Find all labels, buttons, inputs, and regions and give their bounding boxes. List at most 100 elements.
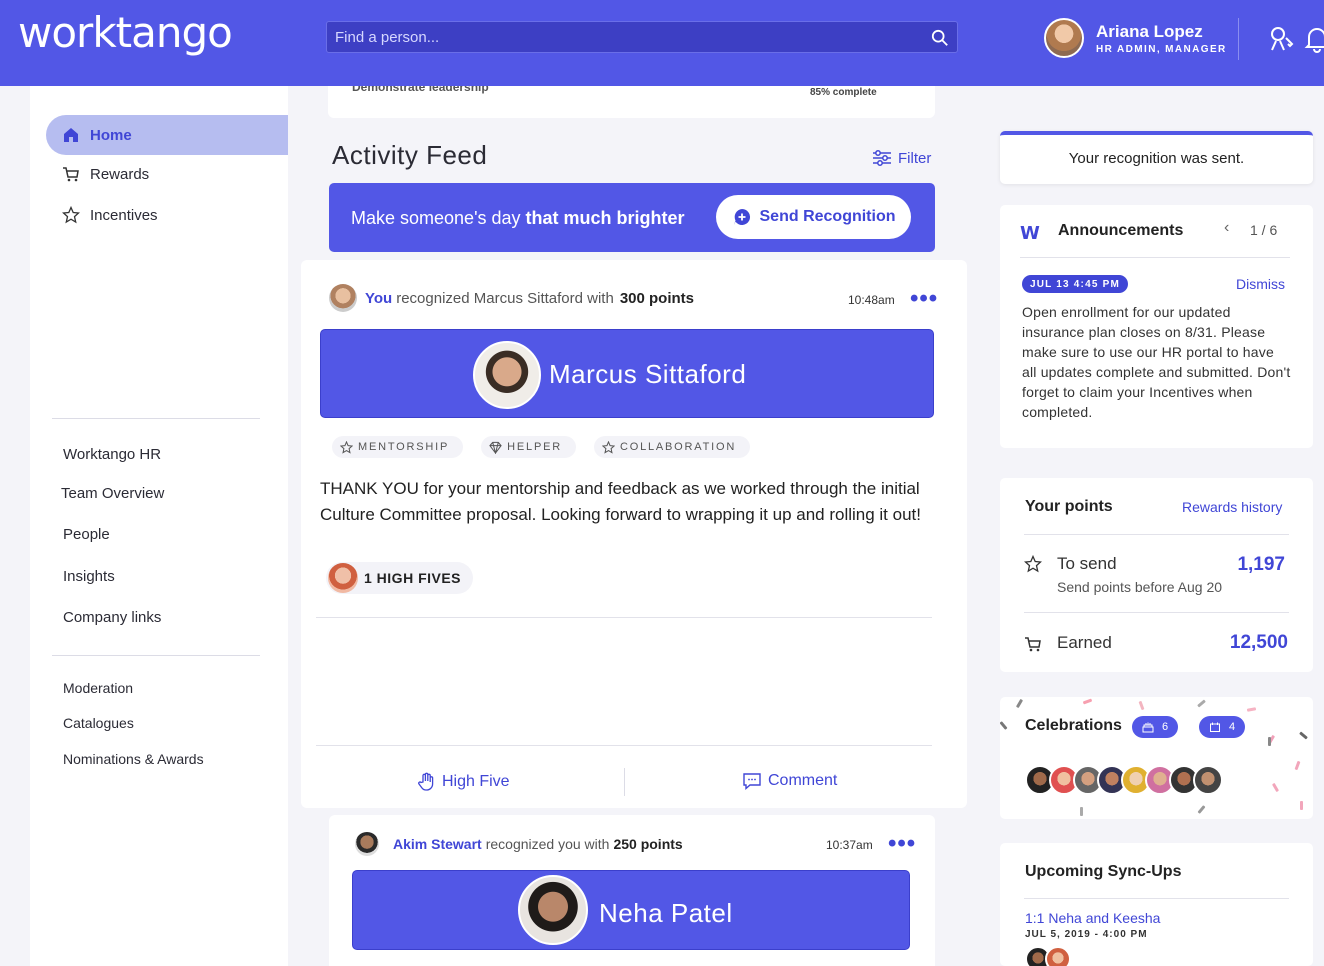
- sidebar-link-catalogues[interactable]: Catalogues: [63, 715, 134, 731]
- recipient-banner: Marcus Sittaford: [320, 329, 934, 418]
- worktango-logo[interactable]: worktango: [18, 8, 233, 57]
- anniversaries-chip[interactable]: 4: [1199, 716, 1246, 738]
- sidebar-item-label: Home: [90, 126, 132, 144]
- recipient-avatar: [518, 875, 588, 945]
- sidebar-link-company-links[interactable]: Company links: [63, 609, 161, 626]
- dismiss-button[interactable]: Dismiss: [1236, 276, 1285, 292]
- post-actor-link[interactable]: You: [365, 290, 392, 307]
- cart-icon: [1025, 637, 1041, 652]
- avatar: [328, 563, 358, 593]
- announcement-date-badge: JUL 13 4:45 PM: [1022, 275, 1128, 293]
- post-actor-link[interactable]: Akim Stewart: [393, 836, 482, 852]
- recipient-avatar: [473, 341, 541, 409]
- sliders-icon: [873, 150, 891, 166]
- earned-value: 12,500: [1229, 632, 1288, 653]
- syncup-link[interactable]: 1:1 Neha and Keesha: [1025, 910, 1160, 926]
- announcements-card: W Announcements ‹ 1 / 6 JUL 13 4:45 PM D…: [1000, 205, 1313, 448]
- sidebar-item-label: Incentives: [90, 206, 158, 224]
- search-input[interactable]: [327, 22, 957, 52]
- post-header: Akim Stewart recognized you with 250 poi…: [355, 832, 683, 856]
- sidebar-divider: [52, 655, 260, 656]
- goal-label: Demonstrate leadership: [352, 86, 489, 94]
- action-divider: [624, 768, 625, 796]
- person-search[interactable]: [326, 21, 958, 53]
- top-bar: worktango Ariana Lopez HR ADMIN, MANAGER: [0, 0, 1324, 86]
- post-header: You recognized Marcus Sittaford with 300…: [329, 284, 694, 312]
- chat-plus-icon: [733, 208, 750, 225]
- celebrations-title: Celebrations: [1025, 717, 1122, 734]
- celebrants-avatars[interactable]: [1025, 765, 1223, 795]
- hand-icon: [418, 772, 434, 791]
- sidebar: Home Rewards Incentives Worktango HR Tea…: [30, 86, 288, 966]
- rewards-history-link[interactable]: Rewards history: [1182, 499, 1282, 515]
- more-options-button[interactable]: •••: [888, 832, 916, 856]
- to-send-label: To send: [1057, 554, 1117, 573]
- recipient-banner: Neha Patel: [352, 870, 910, 950]
- sidebar-link-team-overview[interactable]: Team Overview: [61, 485, 164, 502]
- admin-key-icon[interactable]: [1266, 24, 1296, 54]
- card-divider: [1024, 612, 1289, 613]
- sidebar-item-rewards[interactable]: Rewards: [46, 154, 288, 194]
- avatar: [355, 832, 379, 856]
- to-send-deadline: Send points before Aug 20: [1057, 579, 1223, 595]
- sidebar-link-nominations-awards[interactable]: Nominations & Awards: [63, 751, 204, 767]
- recipient-name: Marcus Sittaford: [549, 359, 747, 389]
- worktango-w-icon: W: [1020, 223, 1040, 244]
- card-divider: [1024, 534, 1289, 535]
- sidebar-link-people[interactable]: People: [63, 526, 110, 543]
- earned-label: Earned: [1057, 633, 1112, 652]
- star-icon: [1024, 555, 1042, 573]
- post-points: 250 points: [613, 836, 683, 852]
- user-menu[interactable]: Ariana Lopez HR ADMIN, MANAGER: [1044, 18, 1227, 58]
- more-options-button[interactable]: •••: [910, 287, 938, 311]
- card-divider: [1024, 898, 1289, 899]
- search-icon[interactable]: [931, 29, 949, 47]
- chevron-left-icon[interactable]: ‹: [1224, 219, 1229, 237]
- points-title: Your points: [1025, 498, 1113, 515]
- birthdays-chip[interactable]: 6: [1132, 716, 1179, 738]
- sidebar-item-home[interactable]: Home: [46, 115, 288, 155]
- high-five-button[interactable]: High Five: [416, 772, 510, 792]
- recognition-message: THANK YOU for your mentorship and feedba…: [320, 479, 921, 524]
- toast-message: Your recognition was sent.: [1068, 150, 1245, 167]
- bell-icon[interactable]: [1302, 24, 1324, 54]
- post-time: 10:48am: [848, 293, 895, 307]
- activity-feed-title: Activity Feed: [332, 140, 488, 170]
- post-action-text: recognized you with: [485, 836, 610, 852]
- post-action-text: recognized Marcus Sittaford with: [396, 289, 614, 307]
- avatar: [1193, 765, 1223, 795]
- announcement-counter: 1 / 6: [1250, 222, 1278, 238]
- your-points-card: Your points Rewards history To send 1,19…: [1000, 478, 1313, 672]
- sidebar-link-insights[interactable]: Insights: [63, 568, 115, 585]
- cart-icon: [63, 167, 79, 182]
- sidebar-link-moderation[interactable]: Moderation: [63, 680, 133, 696]
- to-send-value: 1,197: [1237, 554, 1285, 575]
- announcement-body: Open enrollment for our updated insuranc…: [1022, 304, 1291, 420]
- cake-icon: [1142, 722, 1154, 733]
- banner-text: Make someone's day that much brighter: [351, 208, 685, 228]
- filter-button[interactable]: Filter: [872, 149, 931, 167]
- tag-collaboration: COLLABORATION: [593, 436, 751, 458]
- syncups-title: Upcoming Sync-Ups: [1025, 863, 1182, 880]
- diamond-icon: [489, 441, 502, 454]
- recipient-name: Neha Patel: [599, 898, 733, 928]
- filter-label: Filter: [898, 149, 932, 167]
- tag-mentorship: MENTORSHIP: [332, 436, 464, 458]
- user-avatar: [1044, 18, 1084, 58]
- home-icon: [64, 128, 78, 142]
- post-time: 10:37am: [826, 838, 873, 852]
- card-divider: [1020, 257, 1290, 258]
- post-divider: [316, 745, 932, 746]
- tag-helper: HELPER: [481, 436, 576, 458]
- sidebar-divider: [52, 418, 260, 419]
- sidebar-item-incentives[interactable]: Incentives: [46, 195, 288, 235]
- sidebar-link-worktango-hr[interactable]: Worktango HR: [63, 446, 161, 463]
- comment-button[interactable]: Comment: [742, 771, 837, 791]
- user-name: Ariana Lopez: [1096, 21, 1203, 41]
- high-fives-count[interactable]: 1 HIGH FIVES: [326, 562, 474, 594]
- avatar: [329, 284, 357, 312]
- goal-progress-card: Demonstrate leadership 85% complete: [328, 86, 935, 118]
- star-icon: [340, 440, 353, 454]
- star-icon: [62, 206, 80, 224]
- send-recognition-button[interactable]: Send Recognition: [716, 195, 911, 239]
